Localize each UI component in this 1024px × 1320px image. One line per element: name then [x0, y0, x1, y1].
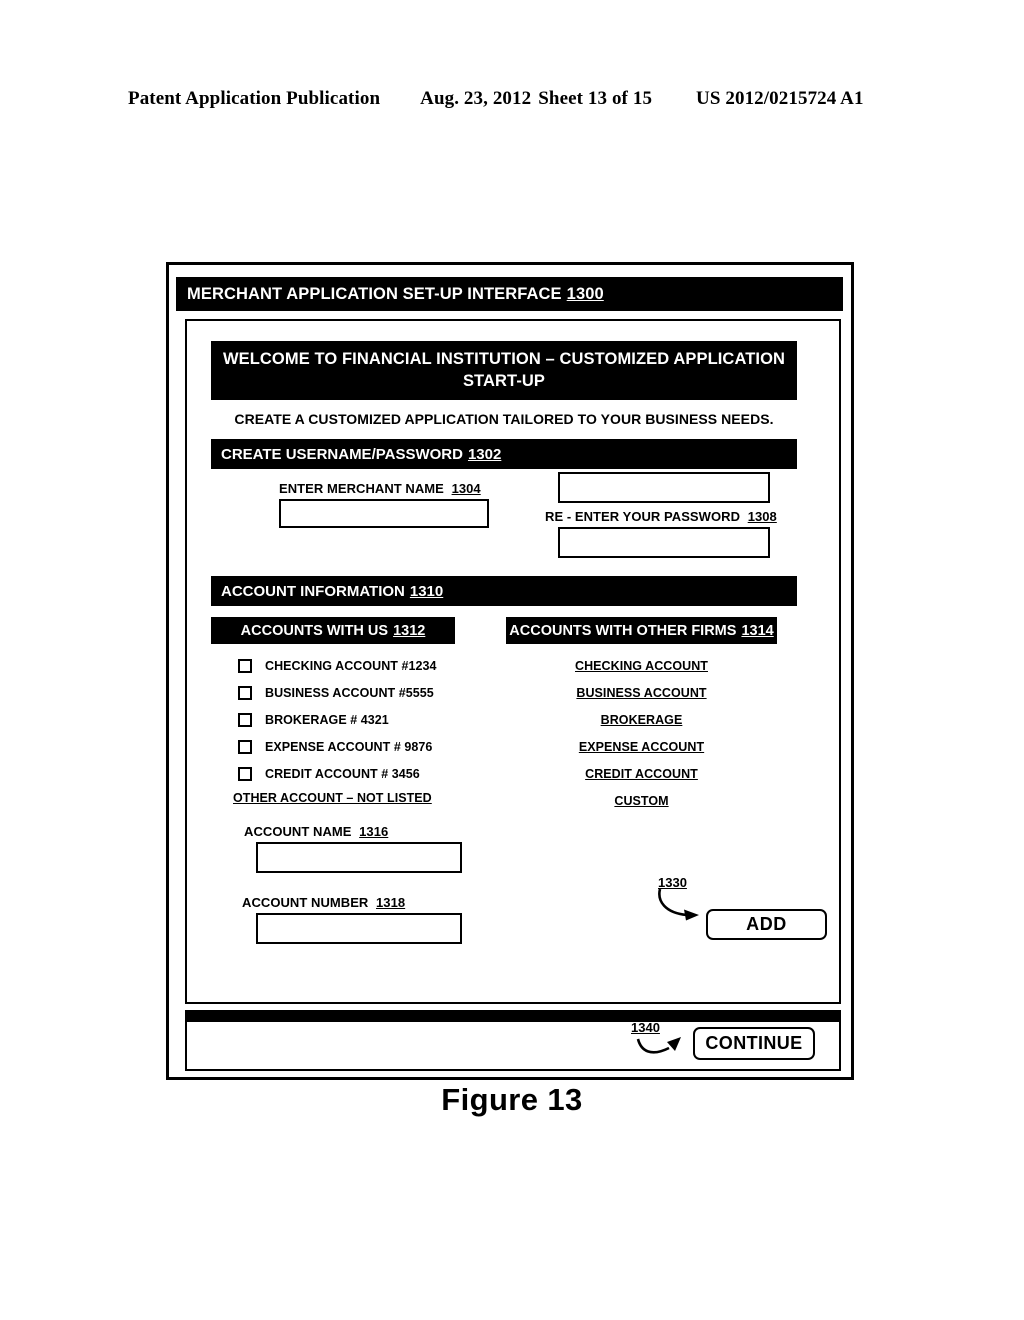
account-name-refnum: 1316 — [359, 824, 389, 839]
interface-title-text: MERCHANT APPLICATION SET-UP INTERFACE — [187, 284, 562, 303]
accounts-with-us-list: CHECKING ACCOUNT #1234 BUSINESS ACCOUNT … — [211, 652, 471, 807]
reenter-password-refnum: 1308 — [747, 509, 777, 524]
leader-arrow-1340-icon — [636, 1037, 681, 1054]
interface-title-bar: MERCHANT APPLICATION SET-UP INTERFACE 13… — [176, 277, 843, 311]
interface-window-frame: MERCHANT APPLICATION SET-UP INTERFACE 13… — [166, 262, 854, 1080]
interface-title-refnum: 1300 — [566, 284, 604, 303]
list-item[interactable]: EXPENSE ACCOUNT # 9876 — [211, 733, 471, 760]
checkbox-icon[interactable] — [238, 739, 252, 754]
subheader-accounts-with-us: ACCOUNTS WITH US 1312 — [211, 617, 455, 644]
list-item[interactable]: CHECKING ACCOUNT #1234 — [211, 652, 471, 679]
list-item[interactable]: BUSINESS ACCOUNT #5555 — [211, 679, 471, 706]
section-header-credentials-text: CREATE USERNAME/PASSWORD — [221, 445, 463, 463]
checkbox-icon[interactable] — [238, 658, 252, 673]
list-item-label: BROKERAGE # 4321 — [265, 712, 389, 727]
callout-label-1330: 1330 — [658, 875, 687, 890]
merchant-name-refnum: 1304 — [451, 481, 481, 496]
account-number-label: ACCOUNT NUMBER 1318 — [242, 895, 405, 910]
welcome-banner: WELCOME TO FINANCIAL INSTITUTION – CUSTO… — [211, 341, 797, 400]
create-password-label: CREATE YOUR PASSWORD 1306 — [562, 454, 772, 469]
checkbox-icon[interactable] — [238, 712, 252, 727]
list-item-label: CREDIT ACCOUNT # 3456 — [265, 766, 420, 781]
patent-number: US 2012/0215724 A1 — [696, 88, 864, 109]
create-password-label-text: CREATE YOUR PASSWORD — [562, 454, 736, 469]
footer-separator-bar — [185, 1010, 841, 1022]
interface-content-panel: WELCOME TO FINANCIAL INSTITUTION – CUSTO… — [185, 319, 841, 1004]
section-header-account-information: ACCOUNT INFORMATION 1310 — [211, 576, 797, 606]
account-name-input[interactable] — [256, 842, 462, 873]
welcome-line-1: WELCOME TO FINANCIAL INSTITUTION – CUSTO… — [222, 349, 786, 368]
list-item[interactable]: EXPENSE ACCOUNT — [579, 733, 704, 760]
reenter-password-label: RE - ENTER YOUR PASSWORD 1308 — [545, 509, 777, 524]
checkbox-icon[interactable] — [238, 685, 252, 700]
account-number-input[interactable] — [256, 913, 462, 944]
section-header-account-information-text: ACCOUNT INFORMATION — [221, 582, 405, 600]
account-number-refnum: 1318 — [376, 895, 406, 910]
welcome-line-2: START-UP — [462, 371, 546, 390]
sheet-number: Sheet 13 of 15 — [538, 88, 653, 109]
welcome-subtitle: CREATE A CUSTOMIZED APPLICATION TAILORED… — [234, 411, 774, 427]
account-number-label-text: ACCOUNT NUMBER — [242, 895, 369, 910]
reenter-password-label-text: RE - ENTER YOUR PASSWORD — [545, 509, 741, 524]
reenter-password-input[interactable] — [558, 527, 770, 558]
figure-caption: Figure 13 — [441, 1082, 583, 1117]
subheader-accounts-with-us-text: ACCOUNTS WITH US — [240, 622, 389, 639]
add-button[interactable]: ADD — [706, 909, 827, 940]
subheader-accounts-with-other-firms: ACCOUNTS WITH OTHER FIRMS 1314 — [506, 617, 777, 644]
list-item[interactable]: CHECKING ACCOUNT — [575, 652, 708, 679]
merchant-name-label: ENTER MERCHANT NAME 1304 — [279, 481, 481, 496]
merchant-name-input[interactable] — [279, 499, 489, 528]
section-header-account-information-refnum: 1310 — [409, 582, 444, 600]
list-item[interactable]: CREDIT ACCOUNT # 3456 — [211, 760, 471, 787]
subheader-accounts-with-us-refnum: 1312 — [393, 622, 426, 639]
continue-button[interactable]: CONTINUE — [693, 1027, 815, 1060]
accounts-with-other-firms-list: CHECKING ACCOUNT BUSINESS ACCOUNT BROKER… — [506, 652, 777, 814]
account-name-label-text: ACCOUNT NAME — [244, 824, 352, 839]
merchant-name-label-text: ENTER MERCHANT NAME — [279, 481, 444, 496]
list-item-label: BUSINESS ACCOUNT #5555 — [265, 685, 434, 700]
subheader-accounts-with-other-firms-refnum: 1314 — [741, 622, 774, 639]
checkbox-icon[interactable] — [238, 766, 252, 781]
patent-page-header: Patent Application Publication Aug. 23, … — [128, 88, 896, 110]
list-item[interactable]: BUSINESS ACCOUNT — [576, 679, 706, 706]
list-item-label: CHECKING ACCOUNT #1234 — [265, 658, 437, 673]
leader-arrow-1330-icon — [658, 888, 699, 921]
list-item[interactable]: BROKERAGE — [601, 706, 683, 733]
section-header-credentials-refnum: 1302 — [467, 445, 502, 463]
list-item-label: EXPENSE ACCOUNT # 9876 — [265, 739, 433, 754]
publication-date: Aug. 23, 2012 — [420, 88, 532, 109]
account-name-label: ACCOUNT NAME 1316 — [244, 824, 388, 839]
list-item[interactable]: BROKERAGE # 4321 — [211, 706, 471, 733]
list-item[interactable]: CREDIT ACCOUNT — [585, 760, 698, 787]
list-item[interactable]: CUSTOM — [614, 787, 668, 814]
subheader-accounts-with-other-firms-text: ACCOUNTS WITH OTHER FIRMS — [509, 622, 737, 639]
publication-label: Patent Application Publication — [128, 88, 381, 109]
other-account-not-listed-link[interactable]: OTHER ACCOUNT – NOT LISTED — [233, 791, 432, 805]
create-password-input[interactable] — [558, 472, 770, 503]
create-password-refnum: 1306 — [743, 454, 773, 469]
